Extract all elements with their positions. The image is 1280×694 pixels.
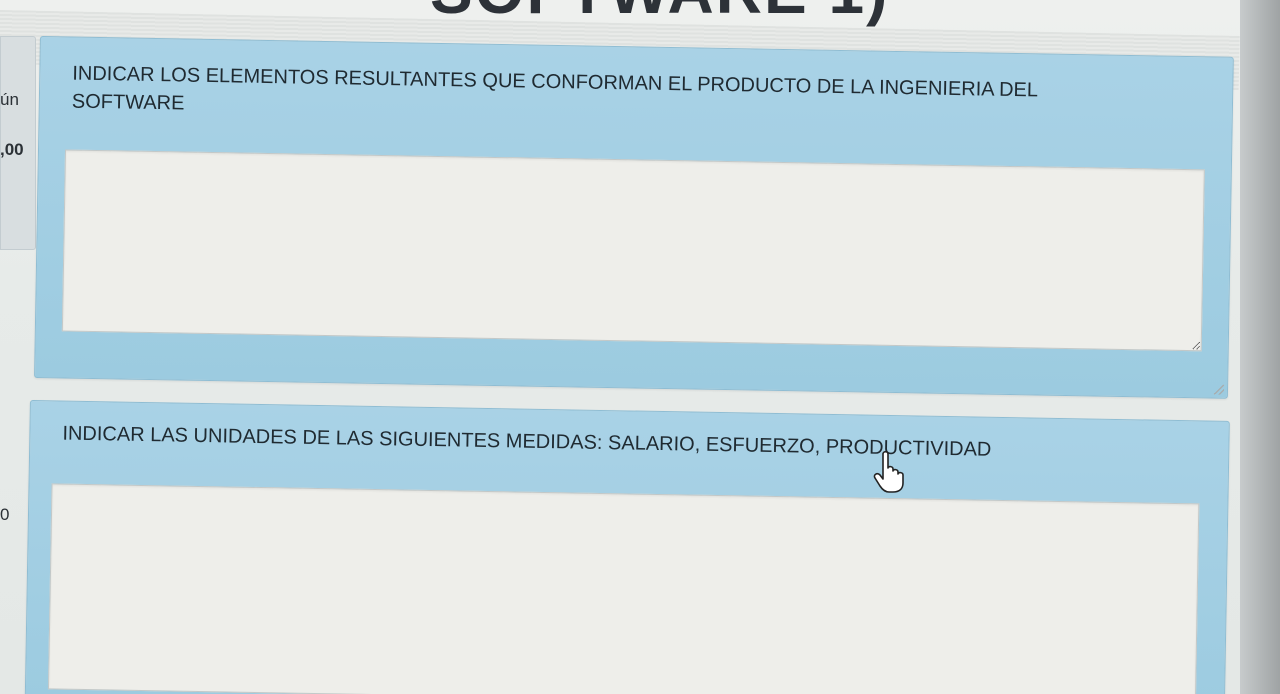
question-card-1: INDICAR LOS ELEMENTOS RESULTANTES QUE CO… bbox=[34, 36, 1234, 399]
question-score-text: ,00 bbox=[0, 140, 24, 159]
question-text-2: INDICAR LAS UNIDADES DE LAS SIGUIENTES M… bbox=[62, 422, 992, 461]
quiz-page: SOFTWARE 1) ún ,00 0 INDICAR LOS ELEMENT… bbox=[0, 0, 1280, 694]
answer-textarea-1[interactable] bbox=[61, 149, 1205, 352]
question-card-2: INDICAR LAS UNIDADES DE LAS SIGUIENTES M… bbox=[24, 400, 1230, 694]
resize-handle-icon[interactable] bbox=[1213, 384, 1225, 395]
question-text-1: INDICAR LOS ELEMENTOS RESULTANTES QUE CO… bbox=[71, 62, 1039, 115]
hand-pointer-icon bbox=[873, 450, 904, 493]
screen-edge bbox=[1240, 0, 1280, 694]
question-info-text: ún bbox=[0, 90, 19, 109]
question-info-text-2: 0 bbox=[0, 505, 10, 524]
answer-textarea-2[interactable] bbox=[47, 483, 1200, 694]
